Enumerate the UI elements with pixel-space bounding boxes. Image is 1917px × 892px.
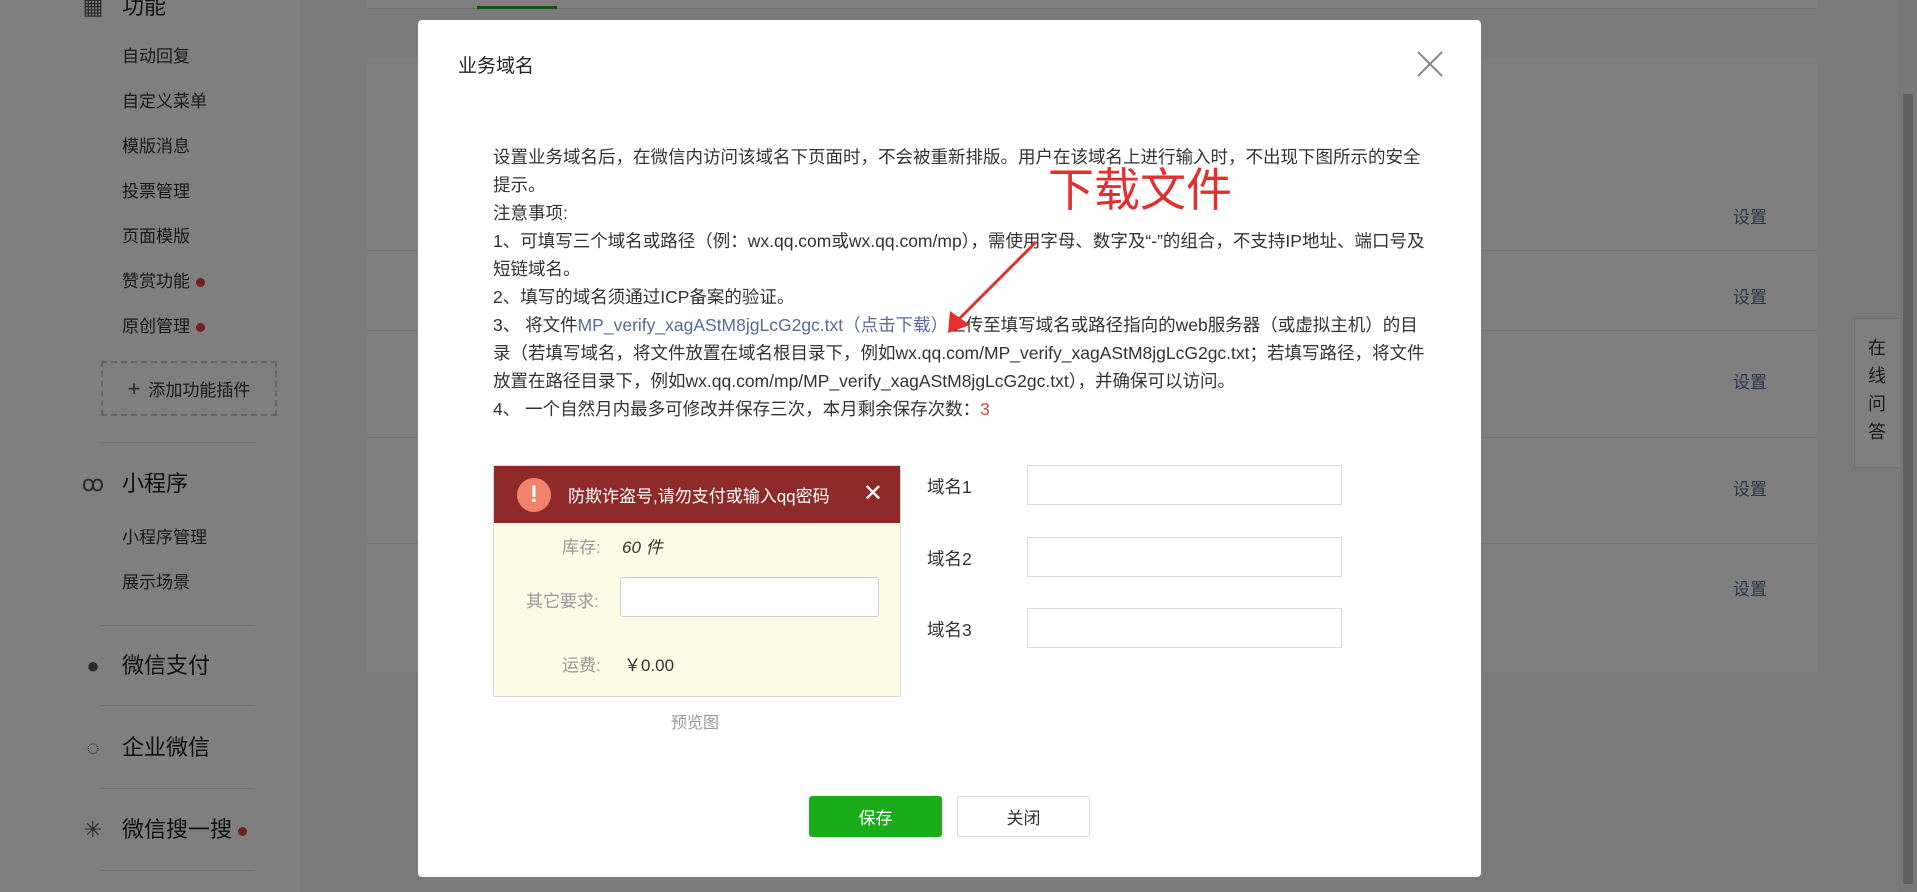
preview-warning-banner: ! 防欺诈盗号,请勿支付或输入qq密码 ✕ — [494, 466, 900, 523]
note-3: 3、 将文件MP_verify_xagAStM8jgLcG2gc.txt（点击下… — [493, 311, 1428, 395]
preview-shipping-label: 运费: — [562, 656, 601, 675]
preview-stock-value: 60 件 — [622, 538, 663, 557]
note-3-prefix: 3、 将文件 — [493, 315, 578, 335]
save-button[interactable]: 保存 — [809, 796, 942, 837]
preview-image: ! 防欺诈盗号,请勿支付或输入qq密码 ✕ 库存: 60 件 其它要求: 运费:… — [493, 465, 901, 697]
notes-title: 注意事项: — [493, 203, 568, 223]
close-button[interactable]: 关闭 — [957, 796, 1090, 837]
preview-stock-label: 库存: — [562, 538, 601, 557]
preview-banner-text: 防欺诈盗号,请勿支付或输入qq密码 — [568, 487, 830, 506]
note-1: 1、可填写三个域名或路径（例：wx.qq.com或wx.qq.com/mp），需… — [493, 231, 1425, 279]
remaining-count: 3 — [980, 399, 990, 419]
close-icon: ✕ — [862, 480, 883, 507]
domain-2-label: 域名2 — [927, 549, 972, 569]
preview-caption: 预览图 — [671, 715, 720, 732]
download-file-link[interactable]: MP_verify_xagAStM8jgLcG2gc.txt（点击下载） — [578, 315, 949, 335]
dialog-description: 设置业务域名后，在微信内访问该域名下页面时，不会被重新排版。用户在该域名上进行输… — [493, 143, 1428, 423]
preview-other-input — [620, 577, 879, 617]
preview-shipping-value: ￥0.00 — [624, 656, 675, 675]
annotation-text: 下载文件 — [1048, 163, 1232, 217]
desc-intro: 设置业务域名后，在微信内访问该域名下页面时，不会被重新排版。用户在该域名上进行输… — [493, 147, 1421, 195]
domain-3-label: 域名3 — [927, 620, 972, 640]
preview-other-label: 其它要求: — [526, 592, 599, 611]
close-icon[interactable] — [1414, 48, 1446, 80]
domain-3-input[interactable] — [1027, 608, 1342, 648]
note-4: 4、 一个自然月内最多可修改并保存三次，本月剩余保存次数：3 — [493, 395, 1428, 423]
dialog-title: 业务域名 — [458, 56, 535, 77]
domain-2-input[interactable] — [1027, 537, 1342, 577]
business-domain-dialog: 业务域名 设置业务域名后，在微信内访问该域名下页面时，不会被重新排版。用户在该域… — [418, 20, 1481, 877]
domain-1-label: 域名1 — [927, 477, 972, 497]
alert-icon: ! — [517, 477, 551, 512]
note-4-prefix: 4、 一个自然月内最多可修改并保存三次，本月剩余保存次数： — [493, 399, 981, 419]
note-2: 2、填写的域名须通过ICP备案的验证。 — [493, 287, 795, 307]
domain-1-input[interactable] — [1027, 465, 1342, 505]
